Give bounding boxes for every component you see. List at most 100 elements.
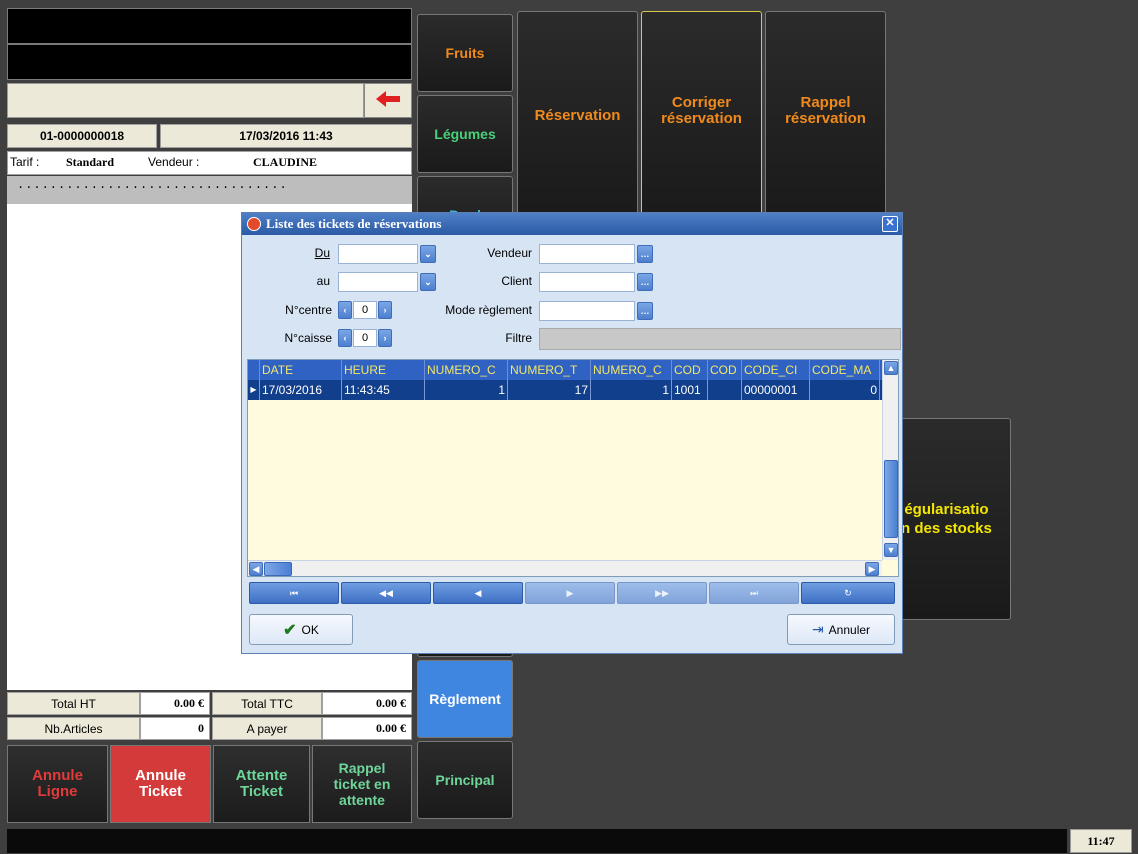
nb-articles-label: Nb.Articles: [7, 717, 140, 740]
scroll-left-icon[interactable]: ◀: [249, 562, 263, 576]
annule-ticket-button[interactable]: Annule Ticket: [110, 745, 211, 823]
annule-ligne-button[interactable]: Annule Ligne: [7, 745, 108, 823]
scroll-thumb[interactable]: [884, 460, 898, 538]
cell-heure[interactable]: 11:43:45: [342, 380, 425, 400]
client-filter-label: Client: [501, 274, 532, 288]
total-ttc-value: 0.00 €: [322, 692, 412, 715]
cell-code-ci[interactable]: 00000001: [742, 380, 810, 400]
a-payer-label: A payer: [212, 717, 322, 740]
column-header[interactable]: NUMERO_C: [425, 360, 508, 380]
checkmark-icon: ✔: [283, 621, 297, 639]
reservations-grid[interactable]: DATE HEURE NUMERO_C NUMERO_T NUMERO_C CO…: [247, 359, 899, 577]
ncentre-label: N°centre: [285, 303, 332, 317]
ncaisse-label: N°caisse: [284, 331, 332, 345]
au-date-field[interactable]: [338, 272, 418, 292]
scroll-down-icon[interactable]: ▼: [884, 543, 898, 557]
display-line-2: [7, 44, 412, 80]
grid-horizontal-scrollbar[interactable]: ◀ ▶: [248, 560, 882, 576]
attente-ticket-button[interactable]: Attente Ticket: [213, 745, 310, 823]
annuler-button[interactable]: ⇥ Annuler: [787, 614, 895, 645]
nav-last-icon[interactable]: ⏭: [709, 582, 799, 604]
table-row[interactable]: ▶ 17/03/2016 11:43:45 1 17 1 1001 000000…: [248, 380, 898, 400]
du-date-field[interactable]: [338, 244, 418, 264]
backspace-button[interactable]: [364, 83, 412, 118]
vendeur-value: CLAUDINE: [253, 155, 318, 169]
barcode-input[interactable]: [7, 83, 364, 118]
status-bar: [7, 829, 1067, 853]
category-fruits[interactable]: Fruits: [417, 14, 513, 92]
arrow-left-icon: [376, 91, 400, 110]
annuler-label: Annuler: [828, 622, 871, 637]
scroll-right-icon[interactable]: ▶: [865, 562, 879, 576]
vendeur-filter-label: Vendeur: [487, 246, 532, 260]
tarif-value: Standard: [66, 155, 115, 169]
grid-header-indicator: [248, 360, 260, 380]
ncentre-value[interactable]: 0: [353, 301, 377, 319]
nb-articles-value: 0: [140, 717, 210, 740]
total-ht-value: 0.00 €: [140, 692, 210, 715]
a-payer-value: 0.00 €: [322, 717, 412, 740]
dialog-titlebar[interactable]: Liste des tickets de réservations ✕: [242, 213, 902, 235]
column-header[interactable]: CODE_CI: [742, 360, 810, 380]
total-ttc-label: Total TTC: [212, 692, 322, 715]
ncaisse-increment-icon[interactable]: ›: [378, 329, 392, 347]
column-header[interactable]: NUMERO_T: [508, 360, 591, 380]
scroll-up-icon[interactable]: ▲: [884, 361, 898, 375]
nav-refresh-icon[interactable]: ↻: [801, 582, 895, 604]
row-pointer-icon: ▶: [248, 380, 260, 400]
tarif-label: Tarif :: [10, 155, 40, 169]
filtre-label: Filtre: [505, 331, 532, 345]
exit-door-icon: ⇥: [811, 621, 824, 637]
cell-date[interactable]: 17/03/2016: [260, 380, 342, 400]
column-header[interactable]: COD: [708, 360, 742, 380]
column-header[interactable]: DATE: [260, 360, 342, 380]
nav-prev-page-icon[interactable]: ◀◀: [341, 582, 431, 604]
mode-reglement-label: Mode règlement: [445, 303, 532, 317]
ncaisse-value[interactable]: 0: [353, 329, 377, 347]
column-header[interactable]: CODE_MA: [810, 360, 880, 380]
reservation-button[interactable]: Réservation: [517, 11, 638, 221]
corriger-reservation-button[interactable]: Corriger réservation: [641, 11, 762, 221]
column-header[interactable]: COD: [672, 360, 708, 380]
ncaisse-decrement-icon[interactable]: ‹: [338, 329, 352, 347]
cell-cod2[interactable]: [708, 380, 742, 400]
mode-reglement-field[interactable]: [539, 301, 635, 321]
nav-next-page-icon[interactable]: ▶▶: [617, 582, 707, 604]
clock: 11:47: [1070, 829, 1132, 853]
dialog-title: Liste des tickets de réservations: [266, 216, 442, 231]
au-label: au: [316, 274, 330, 288]
client-filter-field[interactable]: [539, 272, 635, 292]
cell-numero-t[interactable]: 17: [508, 380, 591, 400]
tarif-vendeur-row: Tarif : Standard Vendeur : CLAUDINE: [7, 151, 412, 175]
reglement-button[interactable]: Règlement: [417, 660, 513, 738]
cell-cod[interactable]: 1001: [672, 380, 708, 400]
vendeur-label: Vendeur :: [148, 155, 200, 169]
nav-first-icon[interactable]: ⏮: [249, 582, 339, 604]
category-legumes[interactable]: Légumes: [417, 95, 513, 173]
nav-next-icon[interactable]: ▶: [525, 582, 615, 604]
nav-prev-icon[interactable]: ◀: [433, 582, 523, 604]
filtre-field[interactable]: [539, 328, 901, 350]
cell-numero-c[interactable]: 1: [425, 380, 508, 400]
reservations-dialog: Liste des tickets de réservations ✕ Du ⌄…: [241, 212, 903, 654]
vendeur-lookup-icon[interactable]: …: [637, 245, 653, 263]
rappel-ticket-button[interactable]: Rappel ticket en attente: [312, 745, 412, 823]
cell-numero-c2[interactable]: 1: [591, 380, 672, 400]
column-header[interactable]: NUMERO_C: [591, 360, 672, 380]
close-icon[interactable]: ✕: [882, 216, 898, 232]
regularisation-stocks-button[interactable]: égularisatio n des stocks: [895, 418, 1011, 620]
grid-vertical-scrollbar[interactable]: ▲ ▼: [882, 360, 898, 560]
ncentre-increment-icon[interactable]: ›: [378, 301, 392, 319]
h-scroll-thumb[interactable]: [264, 562, 292, 576]
vendeur-filter-field[interactable]: [539, 244, 635, 264]
cell-code-ma[interactable]: 0: [810, 380, 880, 400]
ticket-datetime: 17/03/2016 11:43: [160, 124, 412, 148]
rappel-reservation-button[interactable]: Rappel réservation: [765, 11, 886, 221]
client-lookup-icon[interactable]: …: [637, 273, 653, 291]
ncentre-decrement-icon[interactable]: ‹: [338, 301, 352, 319]
principal-button[interactable]: Principal: [417, 741, 513, 819]
mode-reglement-lookup-icon[interactable]: …: [637, 302, 653, 320]
du-label: Du: [314, 246, 330, 260]
ok-button[interactable]: ✔ OK: [249, 614, 353, 645]
column-header[interactable]: HEURE: [342, 360, 425, 380]
